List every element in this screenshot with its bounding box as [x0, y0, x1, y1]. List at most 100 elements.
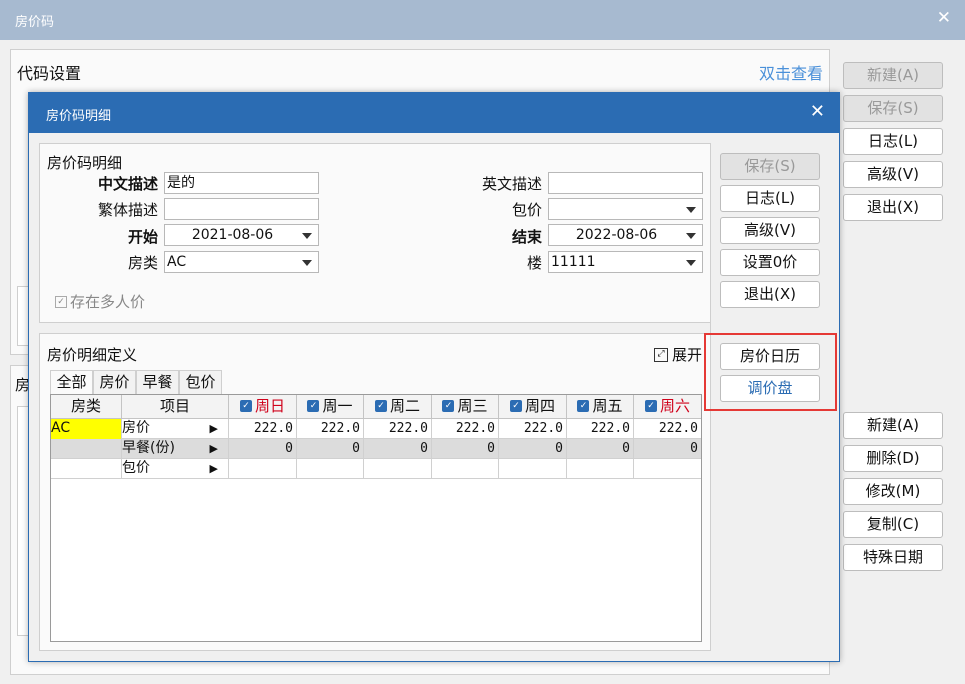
dialog-log-button[interactable]: 日志(L)	[720, 185, 820, 212]
detail-section: 房价码明细 中文描述 是的 英文描述 繁体描述 包价 开始 2021-08-06…	[39, 143, 711, 323]
expand-label: 展开	[671, 346, 702, 364]
tab-all[interactable]: 全部	[50, 370, 93, 394]
row-item-cell[interactable]: 包价 ▶	[122, 459, 229, 479]
row-item-cell[interactable]: 早餐(份) ▶	[122, 439, 229, 459]
monday-checkbox[interactable]: ✓	[307, 399, 320, 412]
detail-section-title: 房价码明细	[47, 154, 123, 172]
col-tuesday[interactable]: ✓ 周二	[364, 395, 432, 419]
value-cell[interactable]: 222.0	[499, 419, 567, 439]
row-room-type-cell[interactable]: AC	[51, 419, 122, 439]
special-dates-button[interactable]: 特殊日期	[843, 544, 943, 571]
value-cell[interactable]	[432, 459, 499, 479]
value-cell[interactable]: 222.0	[567, 419, 634, 439]
col-saturday[interactable]: ✓ 周六	[634, 395, 701, 419]
value-cell[interactable]	[499, 459, 567, 479]
col-friday[interactable]: ✓ 周五	[567, 395, 634, 419]
value-cell[interactable]: 0	[229, 439, 297, 459]
dialog-close-icon[interactable]: ✕	[810, 101, 825, 122]
room-type-select[interactable]: AC	[164, 251, 319, 273]
list-delete-button[interactable]: 删除(D)	[843, 445, 943, 472]
value-cell[interactable]: 222.0	[432, 419, 499, 439]
value-cell[interactable]: 0	[364, 439, 432, 459]
outer-advanced-button[interactable]: 高级(V)	[843, 161, 943, 188]
tab-package[interactable]: 包价	[179, 370, 222, 394]
outer-save-button[interactable]: 保存(S)	[843, 95, 943, 122]
col-wednesday[interactable]: ✓ 周三	[432, 395, 499, 419]
row-item-label: 早餐(份)	[122, 440, 175, 456]
value-cell[interactable]	[364, 459, 432, 479]
row-pointer-icon: ▶	[209, 462, 218, 475]
friday-checkbox[interactable]: ✓	[577, 399, 590, 412]
code-settings-title: 代码设置	[17, 64, 82, 83]
rate-definition-section: 房价明细定义 ⤢ 展开 全部 房价 早餐 包价 房类 项目 ✓ 周日 ✓ 周一 ✓ 周二…	[39, 333, 711, 651]
expand-toggle[interactable]: ⤢ 展开	[653, 344, 702, 365]
wednesday-checkbox[interactable]: ✓	[442, 399, 455, 412]
tuesday-checkbox[interactable]: ✓	[374, 399, 387, 412]
col-item: 项目	[122, 395, 229, 419]
price-adjust-button[interactable]: 调价盘	[720, 375, 820, 402]
value-cell[interactable]: 0	[432, 439, 499, 459]
value-cell[interactable]: 222.0	[634, 419, 701, 439]
row-room-type-cell[interactable]	[51, 459, 122, 479]
value-cell[interactable]: 0	[567, 439, 634, 459]
outer-new-button[interactable]: 新建(A)	[843, 62, 943, 89]
tab-breakfast[interactable]: 早餐	[136, 370, 179, 394]
col-sunday[interactable]: ✓ 周日	[229, 395, 297, 419]
tab-room-rate[interactable]: 房价	[93, 370, 136, 394]
value-cell[interactable]	[297, 459, 364, 479]
outer-exit-button[interactable]: 退出(X)	[843, 194, 943, 221]
value-cell[interactable]: 0	[634, 439, 701, 459]
list-new-button[interactable]: 新建(A)	[843, 412, 943, 439]
saturday-label: 周六	[659, 397, 690, 415]
sunday-label: 周日	[254, 397, 285, 415]
col-room-type: 房类	[51, 395, 122, 419]
value-cell[interactable]: 222.0	[364, 419, 432, 439]
value-cell[interactable]	[229, 459, 297, 479]
value-cell[interactable]: 0	[297, 439, 364, 459]
trad-desc-input[interactable]	[164, 198, 319, 220]
dialog-title: 房价码明细	[46, 109, 112, 124]
table-row[interactable]: 早餐(份) ▶ 0 0 0 0 0 0 0	[51, 439, 701, 459]
floor-select[interactable]: 11111	[548, 251, 703, 273]
value-cell[interactable]	[634, 459, 701, 479]
floor-label: 楼	[526, 254, 542, 272]
dialog-advanced-button[interactable]: 高级(V)	[720, 217, 820, 244]
set-zero-price-button[interactable]: 设置0价	[720, 249, 820, 276]
en-desc-input[interactable]	[548, 172, 703, 194]
outer-log-button[interactable]: 日志(L)	[843, 128, 943, 155]
list-copy-button[interactable]: 复制(C)	[843, 511, 943, 538]
multi-price-option[interactable]: ✓ 存在多人价	[55, 291, 145, 312]
saturday-checkbox[interactable]: ✓	[644, 399, 657, 412]
double-click-view-link[interactable]: 双击查看	[759, 60, 823, 84]
table-row[interactable]: 包价 ▶	[51, 459, 701, 479]
row-pointer-icon: ▶	[209, 422, 218, 435]
value-cell[interactable]: 222.0	[297, 419, 364, 439]
thursday-checkbox[interactable]: ✓	[509, 399, 522, 412]
cn-desc-input[interactable]: 是的	[164, 172, 319, 194]
friday-label: 周五	[592, 397, 623, 415]
col-monday[interactable]: ✓ 周一	[297, 395, 364, 419]
table-row[interactable]: AC 房价 ▶ 222.0 222.0 222.0 222.0 222.0 222…	[51, 419, 701, 439]
rate-calendar-button[interactable]: 房价日历	[720, 343, 820, 370]
window-title: 房价码	[15, 15, 55, 30]
start-label: 开始	[127, 228, 158, 246]
end-date-picker[interactable]: 2022-08-06	[548, 224, 703, 246]
value-cell[interactable]: 222.0	[229, 419, 297, 439]
value-cell[interactable]: 0	[499, 439, 567, 459]
list-edit-button[interactable]: 修改(M)	[843, 478, 943, 505]
room-type-label: 房类	[127, 254, 158, 272]
monday-label: 周一	[322, 397, 353, 415]
row-item-cell[interactable]: 房价 ▶	[122, 419, 229, 439]
package-select[interactable]	[548, 198, 703, 220]
dialog-exit-button[interactable]: 退出(X)	[720, 281, 820, 308]
thursday-label: 周四	[524, 397, 555, 415]
value-cell[interactable]	[567, 459, 634, 479]
sunday-checkbox[interactable]: ✓	[239, 399, 252, 412]
start-date-picker[interactable]: 2021-08-06	[164, 224, 319, 246]
row-room-type-cell[interactable]	[51, 439, 122, 459]
col-thursday[interactable]: ✓ 周四	[499, 395, 567, 419]
window-close-icon[interactable]: ✕	[937, 8, 951, 28]
dialog-save-button[interactable]: 保存(S)	[720, 153, 820, 180]
multi-price-checkbox[interactable]: ✓	[55, 295, 67, 308]
cn-desc-label: 中文描述	[97, 175, 158, 193]
